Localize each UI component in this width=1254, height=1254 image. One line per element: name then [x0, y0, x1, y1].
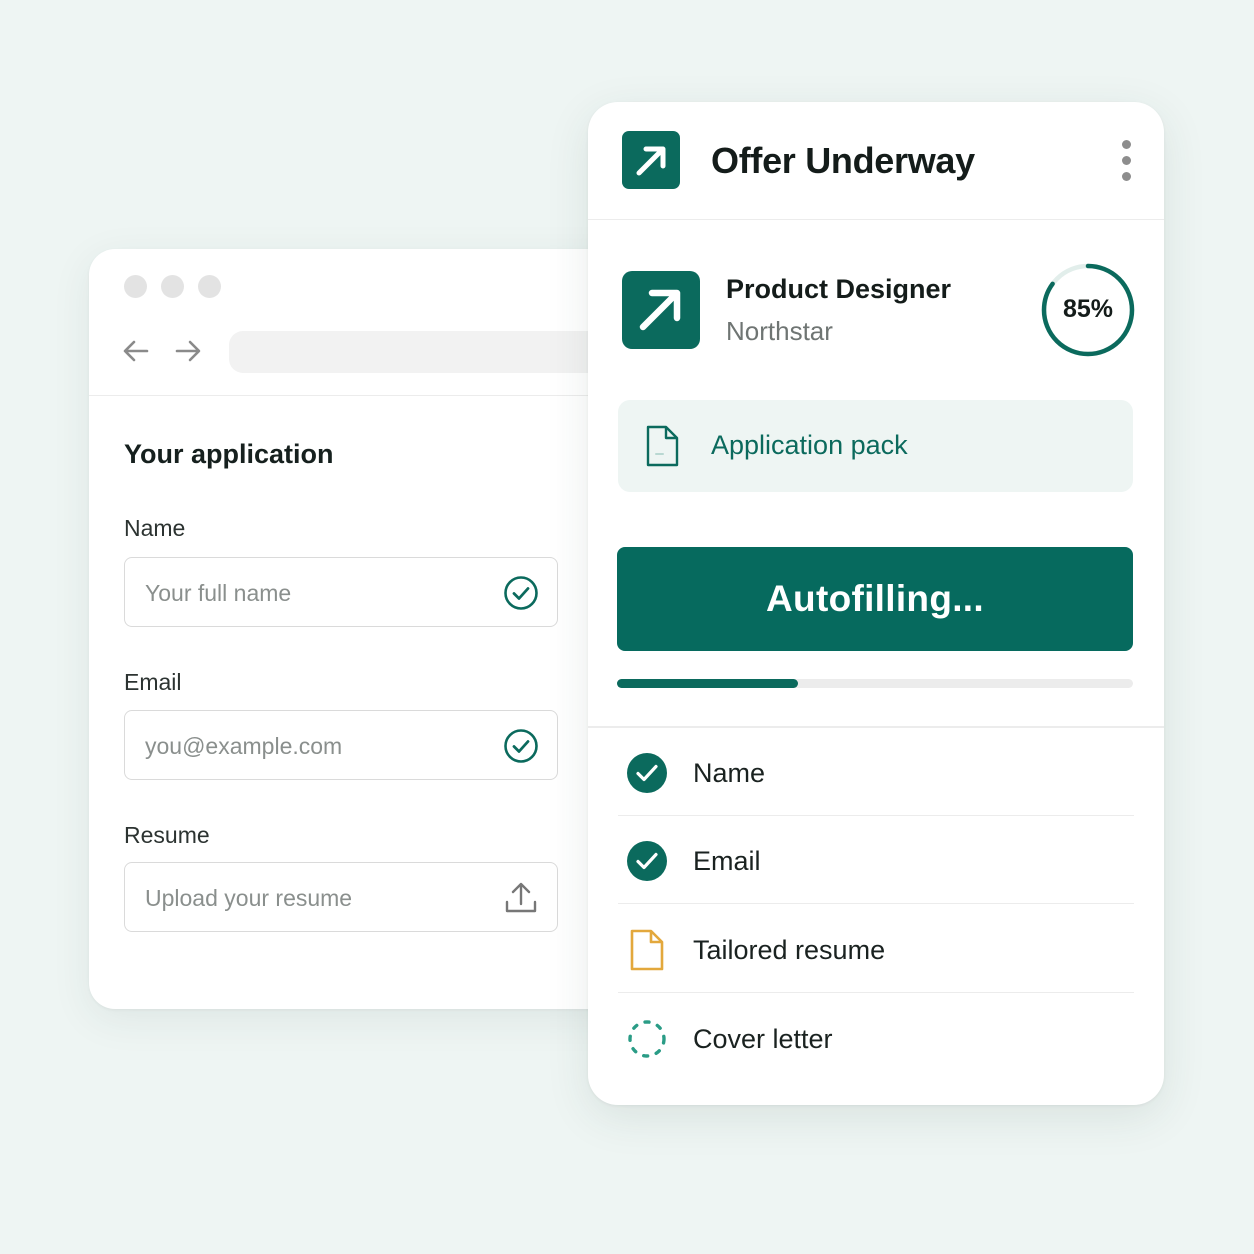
checklist-item-tailored-resume: Tailored resume	[618, 905, 1134, 993]
spinner-icon	[626, 1018, 668, 1060]
checklist-label: Tailored resume	[693, 935, 886, 965]
window-minimize-dot[interactable]	[161, 275, 184, 298]
divider	[618, 902, 1134, 904]
checklist-label: Cover letter	[693, 1024, 833, 1054]
browser-toolbar	[89, 249, 649, 396]
application-pack-label: Application pack	[711, 430, 908, 460]
app-logo-arrow-icon	[622, 131, 680, 189]
checklist-item-name: Name	[618, 728, 1134, 816]
checklist-item-cover-letter: Cover letter	[618, 994, 1134, 1082]
autofill-progress-bar	[617, 679, 1133, 688]
checklist-label: Email	[693, 846, 761, 876]
resume-label: Resume	[124, 822, 210, 848]
forward-arrow-icon[interactable]	[173, 336, 203, 366]
company-logo-arrow-icon	[622, 271, 700, 349]
panel-title: Offer Underway	[711, 140, 975, 181]
resume-upload-field[interactable]: Upload your resume	[124, 862, 558, 932]
match-score-label: 85%	[1062, 295, 1114, 323]
form-title: Your application	[124, 439, 334, 469]
check-circle-icon	[503, 728, 539, 764]
divider	[618, 991, 1134, 993]
checklist-label: Name	[693, 758, 766, 788]
back-arrow-icon[interactable]	[121, 336, 151, 366]
extension-panel: Offer Underway Product Designer Northsta…	[588, 102, 1164, 1105]
window-close-dot[interactable]	[124, 275, 147, 298]
document-icon	[644, 424, 680, 468]
name-label: Name	[124, 515, 186, 541]
job-title: Product Designer	[726, 274, 952, 304]
window-maximize-dot[interactable]	[198, 275, 221, 298]
upload-icon[interactable]	[503, 880, 539, 916]
email-field[interactable]: you@example.com	[124, 710, 558, 780]
browser-window: Your application Name Your full name Ema…	[89, 249, 649, 1009]
autofill-progress-fill	[617, 679, 798, 688]
autofill-button[interactable]: Autofilling...	[617, 547, 1133, 651]
application-pack-button[interactable]: Application pack	[618, 400, 1133, 492]
more-options-icon[interactable]	[1118, 140, 1134, 182]
checklist-item-email: Email	[618, 816, 1134, 904]
name-field[interactable]: Your full name	[124, 557, 558, 627]
name-placeholder: Your full name	[145, 580, 292, 606]
job-company: Northstar	[726, 316, 833, 346]
email-label: Email	[124, 669, 182, 695]
check-filled-icon	[626, 840, 668, 882]
check-filled-icon	[626, 752, 668, 794]
resume-placeholder: Upload your resume	[145, 885, 353, 911]
document-icon	[626, 929, 668, 971]
address-bar[interactable]	[229, 331, 649, 373]
email-placeholder: you@example.com	[145, 733, 343, 759]
check-circle-icon	[503, 575, 539, 611]
panel-header: Offer Underway	[588, 102, 1164, 220]
